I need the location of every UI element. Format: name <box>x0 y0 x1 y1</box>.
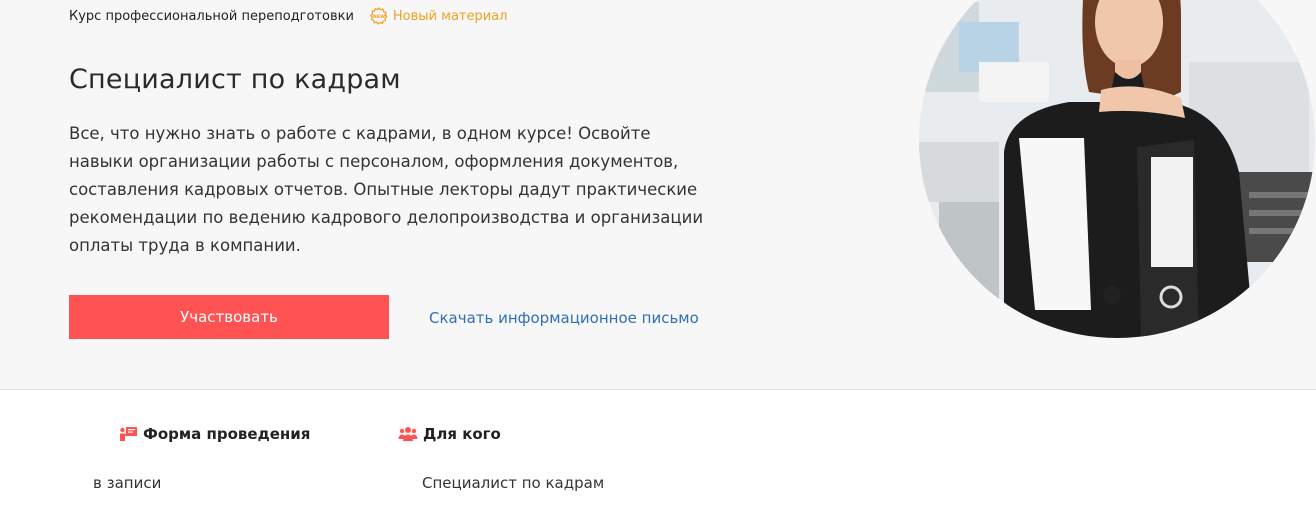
course-meta: Курс профессиональной переподготовки NEW… <box>69 7 507 25</box>
format-title: Форма проведения <box>143 425 311 443</box>
page-title: Специалист по кадрам <box>69 64 401 95</box>
people-icon <box>398 427 418 441</box>
new-material-label: Новый материал <box>392 8 508 24</box>
course-description: Все, что нужно знать о работе с кадрами,… <box>69 124 704 255</box>
audience-value: Специалист по кадрам <box>422 474 605 492</box>
presentation-icon <box>120 427 137 441</box>
hero-photo <box>919 0 1315 338</box>
new-badge-icon-text: NEW <box>373 14 385 20</box>
participate-button[interactable]: Участвовать <box>69 295 389 339</box>
format-heading: Форма проведения <box>119 425 310 443</box>
download-info-letter-link[interactable]: Скачать информационное письмо <box>429 309 699 327</box>
new-badge-icon: NEW <box>369 7 388 25</box>
audience-heading: Для кого <box>398 425 501 443</box>
course-type-label: Курс профессиональной переподготовки <box>69 8 354 24</box>
new-material-badge: NEW Новый материал <box>369 7 508 25</box>
hero-section: Курс профессиональной переподготовки NEW… <box>0 0 1316 390</box>
audience-title: Для кого <box>423 425 501 443</box>
format-value: в записи <box>93 474 162 492</box>
section-divider <box>0 389 1316 390</box>
